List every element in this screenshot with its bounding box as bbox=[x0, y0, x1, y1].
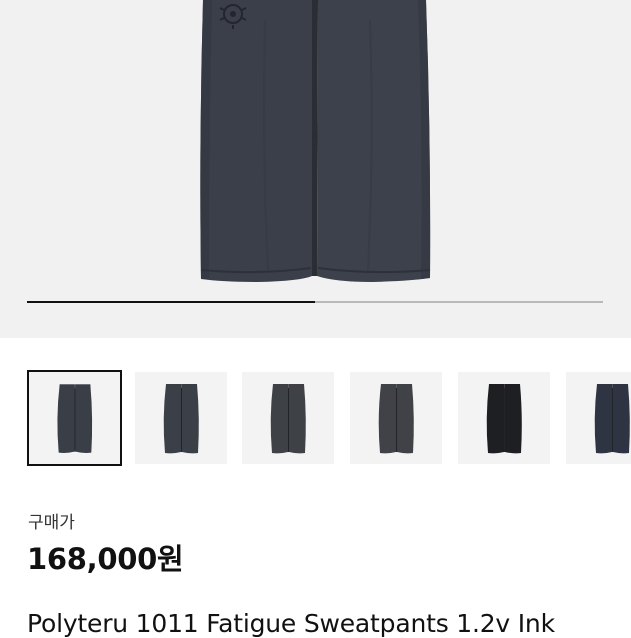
thumbnail-pants-image bbox=[270, 384, 306, 454]
carousel-progress-bar bbox=[27, 301, 603, 303]
product-title: Polyteru 1011 Fatigue Sweatpants 1.2v In… bbox=[27, 609, 555, 638]
thumbnail-2[interactable] bbox=[135, 372, 227, 464]
thumbnail-pants-image bbox=[163, 384, 199, 454]
thumbnail-5[interactable] bbox=[458, 372, 550, 464]
carousel-progress-fill bbox=[27, 301, 315, 303]
thumbnail-pants-image bbox=[378, 384, 414, 454]
thumbnail-pants-image bbox=[486, 384, 522, 454]
price: 168,000원 bbox=[27, 542, 184, 576]
thumbnail-pants-image bbox=[57, 384, 93, 453]
product-image-carousel[interactable] bbox=[0, 0, 631, 338]
purchase-price-label: 구매가 bbox=[28, 513, 75, 533]
thumbnail-3[interactable] bbox=[242, 372, 334, 464]
product-main-image bbox=[200, 0, 431, 282]
thumbnail-6[interactable] bbox=[566, 372, 631, 464]
thumbnail-pants-image bbox=[594, 384, 630, 454]
thumbnail-strip bbox=[27, 370, 631, 470]
thumbnail-1[interactable] bbox=[27, 370, 122, 466]
thumbnail-4[interactable] bbox=[350, 372, 442, 464]
